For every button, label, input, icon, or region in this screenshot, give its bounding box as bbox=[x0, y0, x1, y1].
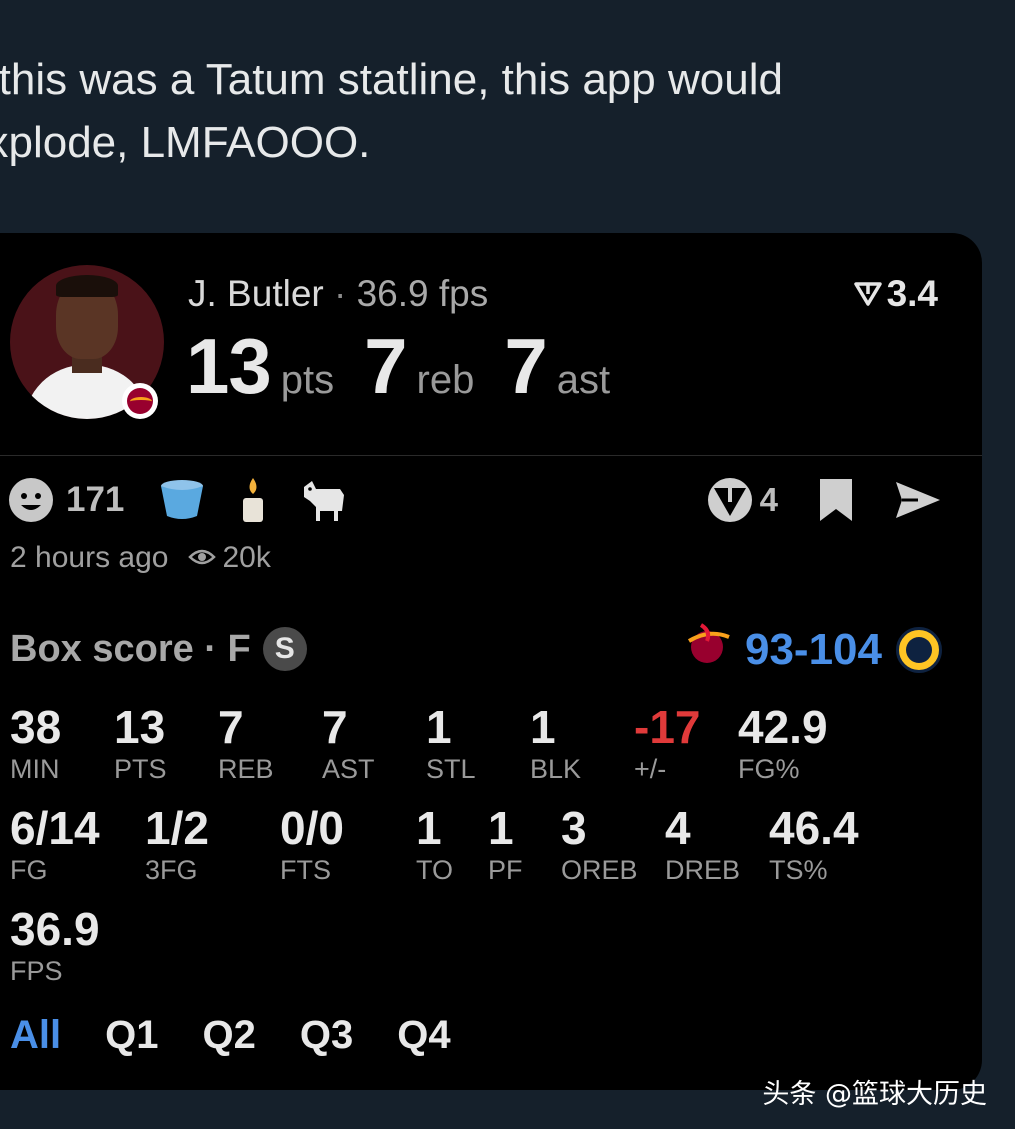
stat-pts: 13 PTS bbox=[114, 701, 167, 784]
quarter-tabs: All Q1 Q2 Q3 Q4 bbox=[10, 1013, 451, 1058]
stat-ast: 7 AST bbox=[322, 701, 375, 784]
smile-icon[interactable] bbox=[8, 477, 54, 523]
headline-reb-unit: reb bbox=[416, 358, 475, 402]
headline-ast-value: 7 bbox=[504, 322, 547, 410]
headline-pts-value: 13 bbox=[186, 322, 272, 410]
bookmark-icon[interactable] bbox=[818, 477, 854, 523]
post-time: 2 hours ago bbox=[10, 541, 169, 574]
stat-ts-pct: 46.4 TS% bbox=[769, 802, 859, 885]
headline-ast-unit: ast bbox=[556, 358, 611, 402]
headline-pts-unit: pts bbox=[280, 358, 335, 402]
stat-plus-minus: -17 +/- bbox=[634, 701, 701, 784]
smile-count: 171 bbox=[66, 480, 125, 519]
game-score[interactable]: 93-104 bbox=[685, 621, 942, 678]
stat-min: 38 MIN bbox=[10, 701, 62, 784]
box-score-title: Box score · F S bbox=[10, 627, 307, 671]
bucket-icon[interactable] bbox=[158, 478, 206, 522]
stat-3fg: 1/2 3FG bbox=[145, 802, 209, 885]
post-meta: 2 hours ago 20k bbox=[10, 541, 271, 575]
headline-reb-value: 7 bbox=[364, 322, 407, 410]
stat-fg-pct: 42.9 FG% bbox=[738, 701, 828, 784]
player-fps: 36.9 fps bbox=[356, 273, 489, 314]
rating-value: 3.4 bbox=[886, 273, 938, 314]
status-badge: S bbox=[262, 627, 307, 671]
stat-dreb: 4 DREB bbox=[665, 802, 741, 885]
view-count-value: 20k bbox=[222, 541, 271, 574]
tab-q3[interactable]: Q3 bbox=[300, 1013, 353, 1058]
stat-card[interactable]: J. Butler · 36.9 fps 3.4 13 pts 7 reb 7 … bbox=[0, 233, 982, 1090]
rating-icon bbox=[853, 273, 883, 315]
send-icon[interactable] bbox=[894, 480, 942, 520]
tab-q2[interactable]: Q2 bbox=[202, 1013, 255, 1058]
divider bbox=[0, 455, 982, 456]
score-value: 93-104 bbox=[744, 624, 882, 674]
stat-fps: 36.9 FPS bbox=[10, 903, 100, 986]
pie-icon[interactable] bbox=[706, 476, 754, 524]
eye-icon bbox=[188, 541, 217, 575]
stat-pf: 1 PF bbox=[488, 802, 523, 885]
nuggets-logo-icon bbox=[896, 626, 942, 673]
view-count: 20k bbox=[188, 541, 271, 575]
watermark: 头条 @篮球大历史 bbox=[762, 1079, 987, 1110]
goat-icon[interactable] bbox=[300, 477, 348, 523]
reaction-bar: 171 bbox=[8, 476, 348, 524]
tab-q4[interactable]: Q4 bbox=[397, 1013, 450, 1058]
candle-icon[interactable] bbox=[240, 476, 266, 524]
player-name[interactable]: J. Butler bbox=[188, 273, 324, 314]
tweet-text: If this was a Tatum statline, this app w… bbox=[0, 55, 783, 167]
heat-logo-icon bbox=[685, 621, 731, 678]
heat-logo-icon bbox=[122, 383, 158, 419]
action-bar: 4 bbox=[706, 476, 942, 524]
tab-all[interactable]: All bbox=[10, 1013, 61, 1058]
stat-stl: 1 STL bbox=[426, 701, 476, 784]
player-line: J. Butler · 36.9 fps bbox=[188, 273, 489, 314]
stat-fts: 0/0 FTS bbox=[280, 802, 344, 885]
rating-badge: 3.4 bbox=[853, 273, 938, 315]
stat-reb: 7 REB bbox=[218, 701, 274, 784]
pie-count: 4 bbox=[759, 481, 778, 518]
headline-stats: 13 pts 7 reb 7 ast bbox=[186, 321, 640, 412]
stat-oreb: 3 OREB bbox=[561, 802, 638, 885]
tab-q1[interactable]: Q1 bbox=[105, 1013, 158, 1058]
stat-to: 1 TO bbox=[416, 802, 454, 885]
stat-blk: 1 BLK bbox=[530, 701, 582, 784]
stat-fg: 6/14 FG bbox=[10, 802, 100, 885]
